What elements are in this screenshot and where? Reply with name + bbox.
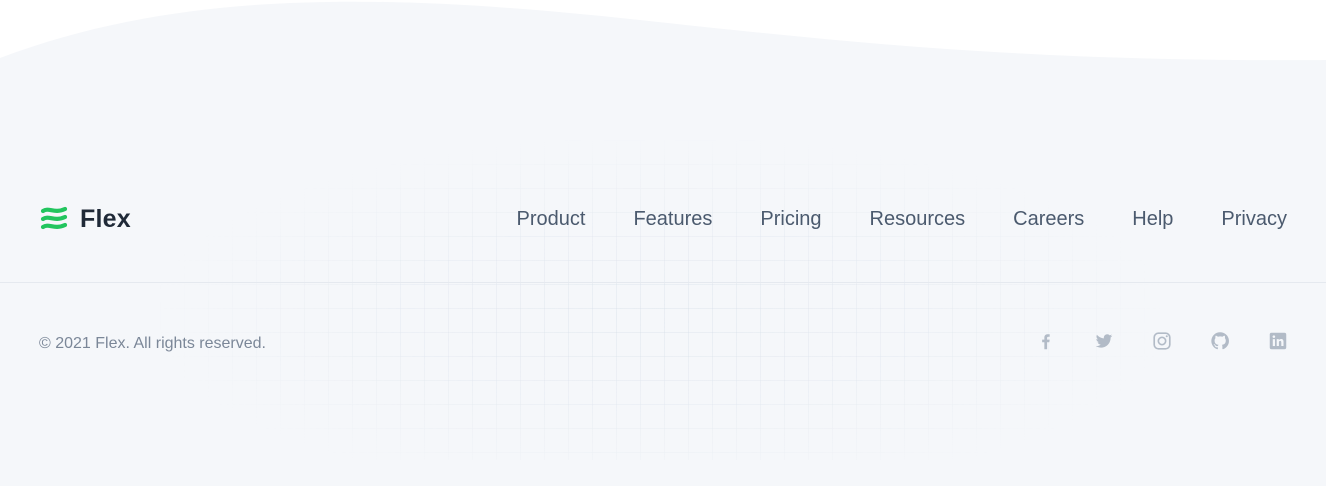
nav-link-resources[interactable]: Resources: [870, 208, 966, 231]
linkedin-icon[interactable]: [1267, 330, 1289, 352]
footer-divider: [0, 282, 1326, 283]
brand-logo-link[interactable]: Flex: [40, 203, 131, 235]
footer-background-wave: [0, 1, 1326, 486]
nav-link-product[interactable]: Product: [517, 208, 586, 231]
flex-wave-logo-icon: [40, 206, 68, 230]
nav-link-help[interactable]: Help: [1132, 208, 1173, 231]
instagram-icon[interactable]: [1151, 330, 1173, 352]
nav-link-features[interactable]: Features: [633, 208, 712, 231]
brand-name: Flex: [80, 204, 131, 233]
nav-link-careers[interactable]: Careers: [1013, 208, 1084, 231]
facebook-icon[interactable]: [1035, 330, 1057, 352]
nav-link-pricing[interactable]: Pricing: [760, 208, 821, 231]
github-icon[interactable]: [1209, 330, 1231, 352]
nav-link-privacy[interactable]: Privacy: [1221, 208, 1287, 231]
footer-nav: Product Features Pricing Resources Caree…: [517, 205, 1287, 233]
copyright-text: © 2021 Flex. All rights reserved.: [39, 335, 266, 352]
twitter-icon[interactable]: [1093, 330, 1115, 352]
social-links: [1035, 329, 1289, 353]
